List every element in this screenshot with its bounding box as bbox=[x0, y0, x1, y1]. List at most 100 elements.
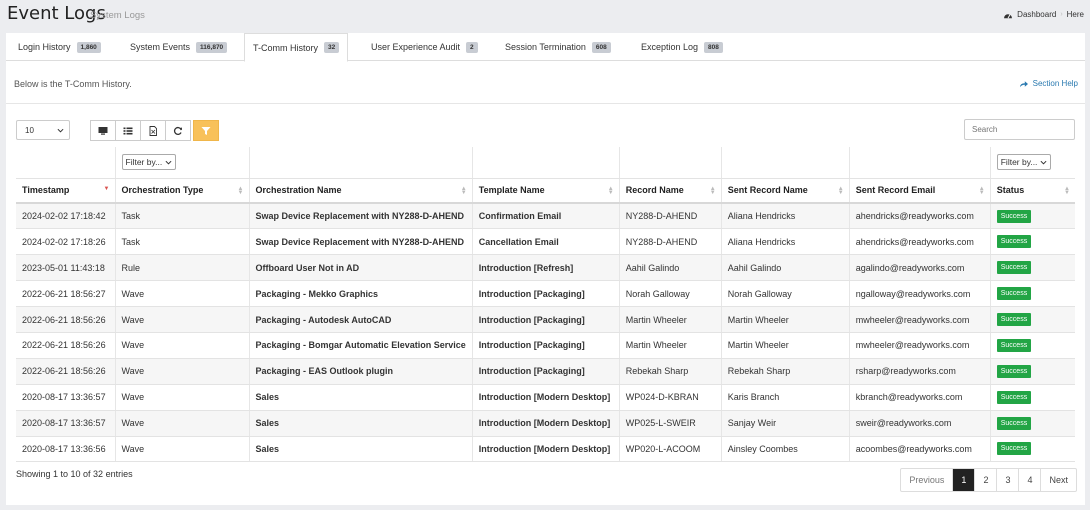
tab-label: Session Termination bbox=[505, 42, 586, 52]
pagination-page-1[interactable]: 1 bbox=[952, 469, 975, 491]
cell-sent-record-email: sweir@readyworks.com bbox=[848, 410, 991, 437]
cell-sent-record-email: ngalloway@readyworks.com bbox=[848, 280, 991, 308]
filter-button[interactable] bbox=[193, 120, 219, 141]
sort-icon: ▲ ▼ bbox=[460, 185, 467, 196]
status-badge: Success bbox=[996, 287, 1032, 301]
cell-text: Confirmation Email bbox=[478, 211, 562, 222]
cell-status: Success bbox=[989, 384, 1075, 411]
count-badge: 2 bbox=[466, 41, 478, 53]
column-label: Sent Record Email bbox=[855, 185, 936, 196]
table-row[interactable]: 2020-08-17 13:36:57 Wave Sales Introduction… bbox=[16, 410, 1075, 437]
pagination-page-2[interactable]: 2 bbox=[974, 469, 996, 491]
cell-text: ahendricks@readyworks.com bbox=[855, 211, 974, 222]
column-header-orchestration-name[interactable]: Orchestration Name ▲ ▼ bbox=[248, 177, 473, 204]
cell-orchestration-name: Packaging - Autodesk AutoCAD bbox=[248, 306, 473, 333]
divider bbox=[6, 103, 1085, 104]
pagination-previous[interactable]: Previous bbox=[901, 469, 952, 491]
pagination-page-3[interactable]: 3 bbox=[996, 469, 1018, 491]
column-label: Sent Record Name bbox=[727, 185, 808, 196]
cell-orchestration-type: Wave bbox=[114, 306, 249, 333]
column-label: Timestamp bbox=[22, 185, 70, 196]
cell-record-name: Aahil Galindo bbox=[618, 254, 722, 282]
table-body: 2024-02-02 17:18:42 Task Swap Device Repla… bbox=[16, 203, 1075, 463]
pagination-page-4[interactable]: 4 bbox=[1018, 469, 1040, 491]
pagination-next[interactable]: Next bbox=[1040, 469, 1076, 491]
column-header-sent-record-email[interactable]: Sent Record Email ▲ ▼ bbox=[848, 177, 991, 204]
table-row[interactable]: 2024-02-02 17:18:26 Task Swap Device Repla… bbox=[16, 228, 1075, 256]
column-header-orchestration-type[interactable]: Orchestration Type ▲ ▼ bbox=[114, 177, 249, 204]
cell-orchestration-type: Rule bbox=[114, 254, 249, 282]
tab-session-termination[interactable]: Session Termination 608 bbox=[497, 33, 619, 61]
table-row[interactable]: 2022-06-21 18:56:26 Wave Packaging - Autod… bbox=[16, 306, 1075, 333]
cell-text: Swap Device Replacement with NY288-D-AHE… bbox=[255, 236, 465, 247]
column-header-record-name[interactable]: Record Name ▲ ▼ bbox=[618, 177, 722, 204]
tab-system-events[interactable]: System Events 116,870 bbox=[122, 33, 235, 61]
share-arrow-icon bbox=[1019, 80, 1028, 87]
cell-record-name: Rebekah Sharp bbox=[618, 358, 722, 385]
column-header-timestamp[interactable]: Timestamp ▼ bbox=[16, 177, 115, 204]
cell-template-name: Introduction [Packaging] bbox=[471, 358, 620, 385]
column-header-status[interactable]: Status ▲ ▼ bbox=[989, 177, 1075, 204]
tab-user-experience-audit[interactable]: User Experience Audit 2 bbox=[363, 33, 486, 61]
table-row[interactable]: 2020-08-17 13:36:56 Wave Sales Introduction… bbox=[16, 436, 1075, 463]
section-help-link[interactable]: Section Help bbox=[1019, 79, 1078, 88]
cell-text: Packaging - Mekko Graphics bbox=[255, 288, 379, 299]
column-label: Status bbox=[996, 185, 1025, 196]
orchestration-type-filter[interactable]: Filter by... bbox=[121, 154, 177, 171]
column-header-template-name[interactable]: Template Name ▲ ▼ bbox=[471, 177, 620, 204]
cell-text: 2023-05-01 11:43:18 bbox=[22, 262, 105, 273]
export-button[interactable] bbox=[140, 120, 166, 141]
cell-text: Wave bbox=[121, 443, 145, 454]
cell-text: mwheeler@readyworks.com bbox=[855, 340, 970, 351]
column-label: Orchestration Type bbox=[121, 185, 204, 196]
cell-timestamp: 2020-08-17 13:36:56 bbox=[16, 436, 115, 463]
tab-t-comm-history[interactable]: T-Comm History 32 bbox=[244, 33, 349, 62]
refresh-button[interactable] bbox=[165, 120, 191, 141]
sort-icon: ▲ ▼ bbox=[709, 185, 716, 196]
breadcrumb-dashboard[interactable]: Dashboard bbox=[1017, 10, 1056, 19]
page-length-select[interactable]: 10 bbox=[16, 120, 70, 140]
cell-timestamp: 2020-08-17 13:36:57 bbox=[16, 410, 115, 437]
table-row[interactable]: 2022-06-21 18:56:26 Wave Packaging - Bomga… bbox=[16, 332, 1075, 359]
cell-text: Introduction [Packaging] bbox=[478, 340, 585, 351]
status-badge: Success bbox=[996, 235, 1032, 249]
filter-icon bbox=[201, 126, 211, 135]
list-view-button[interactable] bbox=[115, 120, 141, 141]
table-row[interactable]: 2023-05-01 11:43:18 Rule Offboard User Not… bbox=[16, 254, 1075, 282]
cell-orchestration-type: Task bbox=[114, 203, 249, 230]
cell-text: 2020-08-17 13:36:57 bbox=[22, 392, 106, 403]
cell-sent-record-name: Ainsley Coombes bbox=[720, 436, 850, 463]
page-subtitle: System Logs bbox=[90, 10, 145, 21]
list-icon bbox=[123, 127, 133, 134]
column-header-sent-record-name[interactable]: Sent Record Name ▲ ▼ bbox=[720, 177, 850, 204]
cell-text: 2022-06-21 18:56:26 bbox=[22, 314, 106, 325]
cell-sent-record-email: rsharp@readyworks.com bbox=[848, 358, 991, 385]
sort-icon: ▲ ▼ bbox=[978, 185, 985, 196]
table-row[interactable]: 2022-06-21 18:56:26 Wave Packaging - EAS O… bbox=[16, 358, 1075, 385]
tab-label: Login History bbox=[18, 42, 71, 52]
table-row[interactable]: 2022-06-21 18:56:27 Wave Packaging - Mekko… bbox=[16, 280, 1075, 308]
tab-exception-log[interactable]: Exception Log 808 bbox=[633, 33, 731, 61]
table-row[interactable]: 2024-02-02 17:18:42 Task Swap Device Repla… bbox=[16, 203, 1075, 230]
tab-login-history[interactable]: Login History 1,860 bbox=[10, 33, 109, 61]
cell-text: Sales bbox=[255, 392, 280, 403]
search-input[interactable] bbox=[964, 119, 1075, 140]
cell-orchestration-name: Sales bbox=[248, 384, 473, 411]
section-help-label: Section Help bbox=[1032, 79, 1078, 88]
cell-record-name: NY288-D-AHEND bbox=[618, 203, 722, 230]
cell-template-name: Confirmation Email bbox=[471, 203, 620, 230]
sort-desc-icon: ▼ bbox=[103, 185, 110, 192]
table-row[interactable]: 2020-08-17 13:36:57 Wave Sales Introduction… bbox=[16, 384, 1075, 411]
chevron-down-icon bbox=[57, 128, 64, 133]
cell-text: Introduction [Packaging] bbox=[478, 314, 585, 325]
column-visibility-button[interactable] bbox=[90, 120, 116, 141]
cell-text: Packaging - Autodesk AutoCAD bbox=[255, 314, 392, 325]
cell-template-name: Introduction [Modern Desktop] bbox=[471, 436, 620, 463]
cell-template-name: Introduction [Packaging] bbox=[471, 280, 620, 308]
tab-label: System Events bbox=[130, 42, 191, 52]
cell-text: 2020-08-17 13:36:56 bbox=[22, 443, 106, 454]
sort-icon: ▲ ▼ bbox=[607, 185, 614, 196]
cell-record-name: WP025-L-SWEIR bbox=[618, 410, 722, 437]
cell-text: Karis Branch bbox=[727, 392, 780, 403]
status-filter[interactable]: Filter by... bbox=[996, 154, 1052, 171]
